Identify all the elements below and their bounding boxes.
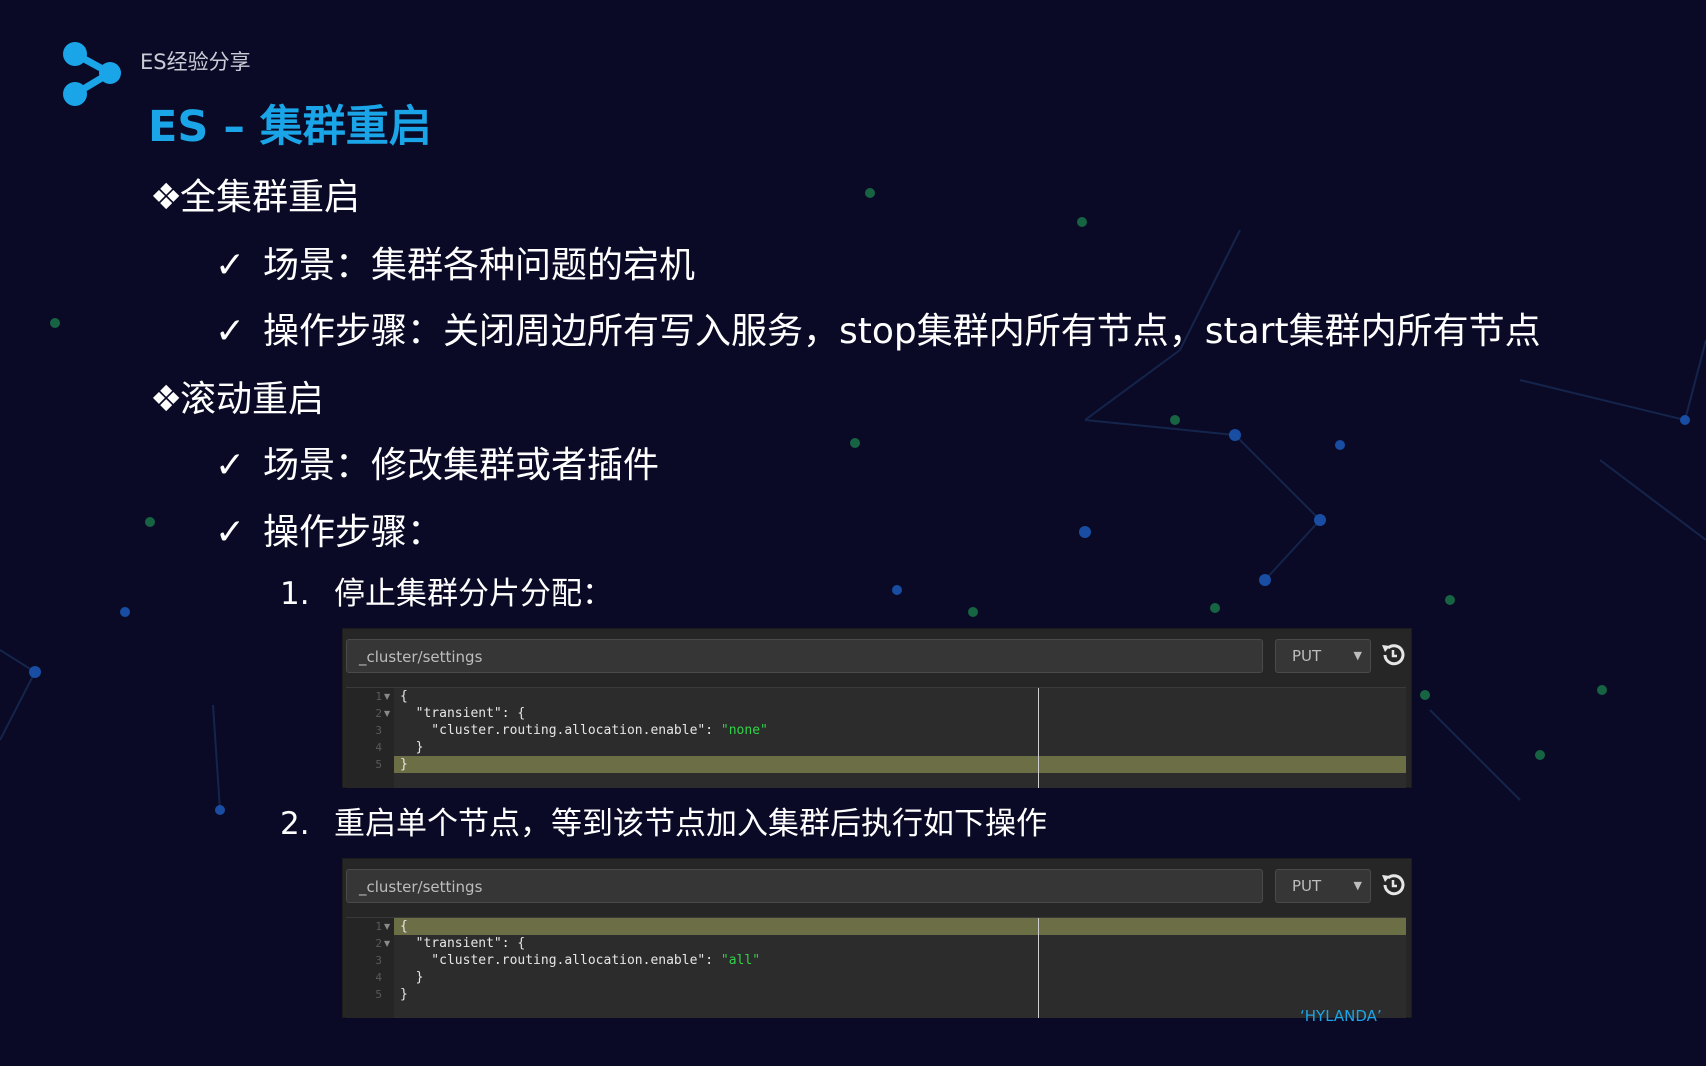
check-icon: ✓ (215, 245, 246, 286)
fold-arrow-icon[interactable]: ▼ (384, 705, 390, 722)
method-value: PUT (1292, 647, 1322, 665)
line-number: 4 (375, 741, 382, 754)
step-text: 停止集群分片分配： (334, 576, 613, 612)
brand-label: ES经验分享 (140, 50, 251, 74)
full-restart-steps: ✓ 操作步骤：关闭周边所有写入服务，stop集群内所有节点，start集群内所有节… (215, 302, 1541, 354)
endpoint-input[interactable]: _cluster/settings (346, 639, 1263, 673)
section-heading: 滚动重启 (180, 379, 325, 420)
section-rolling-restart: ❖滚动重启 (150, 370, 324, 422)
line-number: 3 (375, 724, 382, 737)
full-restart-scene: ✓ 场景：集群各种问题的宕机 (215, 236, 695, 288)
check-icon: ✓ (215, 311, 246, 352)
method-value: PUT (1292, 877, 1322, 895)
dev-tools-console-1: _cluster/settings PUT ▼ 1 2 3 4 5 ▼ ▼ { … (342, 628, 1412, 788)
print-margin-rule (1038, 688, 1039, 788)
code-line: "transient": { (400, 706, 526, 721)
scene-text: 场景：修改集群或者插件 (263, 445, 660, 486)
active-line-highlight (394, 756, 1406, 773)
code-line: "cluster.routing.allocation.enable": "al… (400, 952, 760, 969)
history-icon[interactable] (1379, 871, 1407, 899)
fold-arrow-icon[interactable]: ▼ (384, 918, 390, 935)
step-number: 2. (280, 806, 310, 842)
diamond-bullet-icon: ❖ (150, 177, 183, 218)
code-line: } (400, 740, 424, 755)
line-number: 1 (375, 920, 382, 933)
code-line: { (400, 919, 408, 934)
code-line: "cluster.routing.allocation.enable": "no… (400, 722, 768, 739)
json-string-value: "all" (720, 953, 761, 968)
dev-tools-console-2: _cluster/settings PUT ▼ 1 2 3 4 5 ▼ ▼ { … (342, 858, 1412, 1018)
line-number: 2 (375, 707, 382, 720)
diamond-bullet-icon: ❖ (150, 379, 183, 420)
rolling-restart-scene: ✓ 场景：修改集群或者插件 (215, 436, 659, 488)
json-key: "cluster.routing.allocation.enable": (400, 953, 721, 968)
section-full-restart: ❖全集群重启 (150, 168, 360, 220)
footer-logo-text: ‘HYLANDA’ (1300, 1007, 1382, 1025)
slide-title: ES – 集群重启 (148, 102, 432, 152)
code-editor[interactable]: 1 2 3 4 5 ▼ ▼ { "transient": { "cluster.… (346, 687, 1406, 788)
chevron-down-icon: ▼ (1353, 879, 1362, 892)
print-margin-rule (1038, 918, 1039, 1018)
rolling-restart-steps: ✓ 操作步骤： (215, 503, 443, 555)
code-line: } (400, 970, 424, 985)
check-icon: ✓ (215, 445, 246, 486)
line-number: 2 (375, 937, 382, 950)
active-line-highlight (394, 918, 1406, 935)
code-line: } (400, 757, 408, 772)
history-icon[interactable] (1379, 641, 1407, 669)
section-heading: 全集群重启 (180, 177, 361, 218)
json-key: "cluster.routing.allocation.enable": (400, 723, 721, 738)
code-line: "transient": { (400, 936, 526, 951)
fold-arrow-icon[interactable]: ▼ (384, 935, 390, 952)
fold-arrow-icon[interactable]: ▼ (384, 688, 390, 705)
step-number: 1. (280, 576, 310, 612)
endpoint-input[interactable]: _cluster/settings (346, 869, 1263, 903)
chevron-down-icon: ▼ (1353, 649, 1362, 662)
step-2: 2. 重启单个节点，等到该节点加入集群后执行如下操作 (280, 798, 1047, 843)
steps-text: 操作步骤：关闭周边所有写入服务，stop集群内所有节点，start集群内所有节点 (263, 311, 1541, 352)
method-select[interactable]: PUT ▼ (1275, 639, 1371, 673)
line-number: 5 (375, 758, 382, 771)
line-number: 1 (375, 690, 382, 703)
check-icon: ✓ (215, 512, 246, 553)
steps-label: 操作步骤： (263, 512, 444, 553)
scene-text: 场景：集群各种问题的宕机 (263, 245, 696, 286)
code-line: { (400, 689, 408, 704)
json-string-value: "none" (720, 723, 768, 738)
step-1: 1. 停止集群分片分配： (280, 568, 613, 613)
line-number: 4 (375, 971, 382, 984)
share-network-icon (63, 42, 121, 106)
code-editor[interactable]: 1 2 3 4 5 ▼ ▼ { "transient": { "cluster.… (346, 917, 1406, 1018)
method-select[interactable]: PUT ▼ (1275, 869, 1371, 903)
step-text: 重启单个节点，等到该节点加入集群后执行如下操作 (334, 806, 1047, 842)
code-line: } (400, 987, 408, 1002)
line-number: 3 (375, 954, 382, 967)
line-number: 5 (375, 988, 382, 1001)
